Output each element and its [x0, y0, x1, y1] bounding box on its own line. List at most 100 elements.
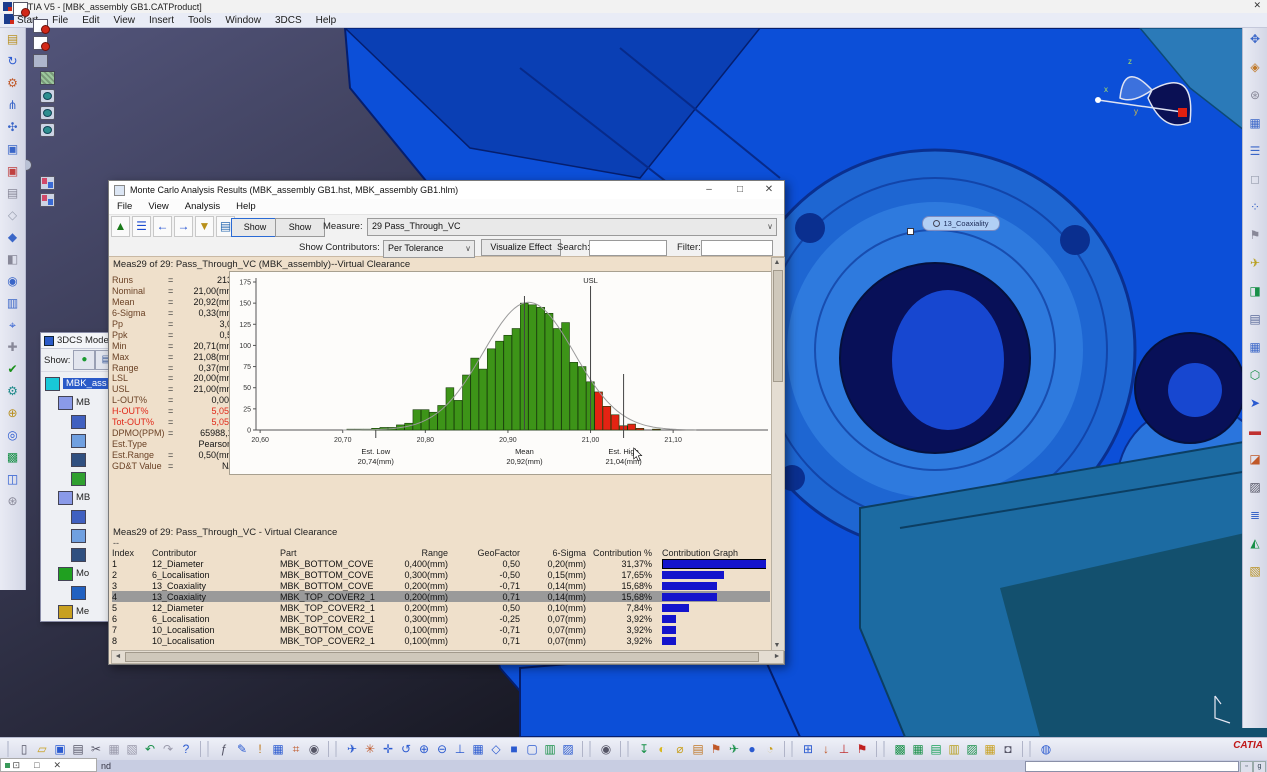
clamp-icon[interactable]: ▬ — [1246, 424, 1264, 439]
copy-icon[interactable]: ▦ — [105, 742, 123, 757]
simulate-icon[interactable]: ⬡ — [1246, 368, 1264, 383]
close-icon[interactable]: ✕ — [54, 760, 62, 771]
browser-globe-icon[interactable]: ◍ — [1037, 742, 1055, 757]
menu-item-file[interactable]: File — [52, 15, 68, 26]
clamp-tool-icon[interactable]: ⊥ — [835, 742, 853, 757]
list-icon[interactable]: ☰ — [1246, 144, 1264, 159]
table-row[interactable]: 26_LocalisationMBK_BOTTOM_COVE0,300(mm)-… — [112, 569, 770, 580]
pin-icon[interactable]: ↓ — [817, 742, 835, 757]
spreadsheet-icon[interactable]: ▦ — [1246, 340, 1264, 355]
tools-icon[interactable]: ✚ — [4, 340, 22, 355]
dialog-menu-help[interactable]: Help — [236, 201, 256, 212]
exchange-icon[interactable]: ⊛ — [4, 494, 22, 509]
toolbar-grip[interactable] — [589, 741, 594, 757]
surface-icon[interactable]: ◇ — [4, 208, 22, 223]
jet-icon[interactable]: ➤ — [1246, 396, 1264, 411]
ghost-icon[interactable]: ◻ — [1246, 172, 1264, 187]
drafting-icon[interactable]: ▤ — [4, 186, 22, 201]
compass-icon[interactable]: ◔ — [761, 742, 779, 757]
histogram-small-icon[interactable]: ▨ — [1246, 480, 1264, 495]
sim-chart-icon[interactable]: ▥ — [945, 742, 963, 757]
table-row[interactable]: 112_DiameterMBK_BOTTOM_COVE0,400(mm)0,50… — [112, 558, 770, 569]
sketch-tracer-icon[interactable]: ✎ — [233, 742, 251, 757]
filter-input[interactable] — [701, 240, 773, 256]
undo-icon[interactable]: ↶ — [141, 742, 159, 757]
transform-icon[interactable]: ✈ — [1246, 256, 1264, 271]
pointer-select-icon[interactable]: ◈ — [1246, 60, 1264, 75]
dialog-titlebar[interactable]: Monte Carlo Analysis Results (MBK_assemb… — [109, 181, 784, 199]
dialog-menu-file[interactable]: File — [117, 201, 132, 212]
prev-measure-icon[interactable]: ← — [153, 216, 172, 237]
save-results-icon[interactable]: ▼ — [195, 216, 214, 237]
multi-view-icon[interactable]: ▦ — [469, 742, 487, 757]
dialog-menu-analysis[interactable]: Analysis — [185, 201, 220, 212]
fly-icon[interactable]: ✈ — [343, 742, 361, 757]
power-input-field[interactable] — [1025, 761, 1239, 772]
gallery-icon[interactable]: ◪ — [1246, 452, 1264, 467]
measure-select[interactable]: 29 Pass_Through_VC ∨ — [367, 218, 777, 236]
rotate-view-icon[interactable]: ↺ — [397, 742, 415, 757]
maximize-icon[interactable]: □ — [34, 760, 39, 770]
grid-icon[interactable]: ▩ — [4, 450, 22, 465]
color-grid-icon[interactable]: ▦ — [981, 742, 999, 757]
new-document-icon[interactable]: ▯ — [15, 742, 33, 757]
next-measure-icon[interactable]: → — [174, 216, 193, 237]
views-palette-icon[interactable]: ▤ — [4, 32, 22, 47]
wireframe-cube-icon[interactable]: ▢ — [523, 742, 541, 757]
points-cloud-icon[interactable]: ⁘ — [1246, 200, 1264, 215]
calculator-icon[interactable]: ▦ — [269, 742, 287, 757]
contributor-bars-icon[interactable]: ☰ — [132, 216, 151, 237]
constraint-icon[interactable]: ▦ — [1246, 116, 1264, 131]
scroll-up-icon[interactable]: ▲ — [772, 259, 782, 266]
show-max-button[interactable]: Show Max — [275, 218, 325, 237]
compass-3d[interactable]: z x y — [1090, 52, 1200, 144]
image-icon[interactable]: ▧ — [1246, 564, 1264, 579]
menu-item-window[interactable]: Window — [225, 15, 261, 26]
toolbar-grip[interactable] — [7, 741, 12, 757]
dialog-vscrollbar[interactable]: ▲ ▼ — [771, 257, 785, 651]
menu-item-edit[interactable]: Edit — [82, 15, 99, 26]
solid-icon[interactable]: ◆ — [4, 230, 22, 245]
ball-icon[interactable]: ● — [743, 742, 761, 757]
update-icon[interactable]: ↻ — [4, 54, 22, 69]
menu-item-help[interactable]: Help — [316, 15, 337, 26]
page-icon[interactable]: ▤ — [689, 742, 707, 757]
capture-icon[interactable]: ◉ — [597, 742, 615, 757]
compare-views-icon[interactable]: ◫ — [4, 472, 22, 487]
search-target-icon[interactable]: ⌖ — [4, 318, 22, 333]
histogram-view-icon[interactable]: ▲ — [111, 216, 130, 237]
report-chart-icon[interactable]: ▨ — [963, 742, 981, 757]
toolbar-grip[interactable] — [791, 741, 796, 757]
menu-item-insert[interactable]: Insert — [149, 15, 174, 26]
plane-icon[interactable]: ✈ — [725, 742, 743, 757]
magnify-icon[interactable]: ◎ — [4, 428, 22, 443]
restore-icon[interactable]: ⊡ — [13, 760, 21, 770]
ruler-icon[interactable]: ⌀ — [671, 742, 689, 757]
zoom-out-icon[interactable]: ⊖ — [433, 742, 451, 757]
search-input[interactable] — [589, 240, 667, 256]
contrib-chart-icon[interactable]: ▤ — [927, 742, 945, 757]
dialog-menu-view[interactable]: View — [148, 201, 168, 212]
flag-icon[interactable]: ⚑ — [707, 742, 725, 757]
dialog-close-icon[interactable]: ✕ — [756, 181, 782, 198]
dialog-hscrollbar[interactable]: ◄ ► — [111, 650, 784, 664]
toolbar-grip[interactable] — [207, 741, 212, 757]
hscroll-thumb[interactable] — [125, 652, 759, 662]
show-moves-toggle[interactable]: ● — [73, 350, 95, 370]
pan-icon[interactable]: ✛ — [379, 742, 397, 757]
hlm-chart-icon[interactable]: ▩ — [891, 742, 909, 757]
mechanism-icon[interactable]: ⚙ — [4, 76, 22, 91]
scroll-left-icon[interactable]: ◄ — [113, 653, 123, 660]
settings-gear-icon[interactable]: ⚙ — [4, 384, 22, 399]
part-design-icon[interactable]: ▣ — [4, 142, 22, 157]
menu-item-3dcs[interactable]: 3DCS — [275, 15, 302, 26]
redo-icon[interactable]: ↷ — [159, 742, 177, 757]
menu-item-tools[interactable]: Tools — [188, 15, 211, 26]
table-grid-icon[interactable]: ⊞ — [799, 742, 817, 757]
visualize-effect-button[interactable]: Visualize Effect — [481, 239, 561, 256]
catalog-icon[interactable]: ▥ — [4, 296, 22, 311]
iso-view-icon[interactable]: ◇ — [487, 742, 505, 757]
validate-icon[interactable]: ✔ — [4, 362, 22, 377]
mic-record-icon[interactable]: ⚑ — [1246, 228, 1264, 243]
mannequin-icon[interactable]: ◉ — [305, 742, 323, 757]
